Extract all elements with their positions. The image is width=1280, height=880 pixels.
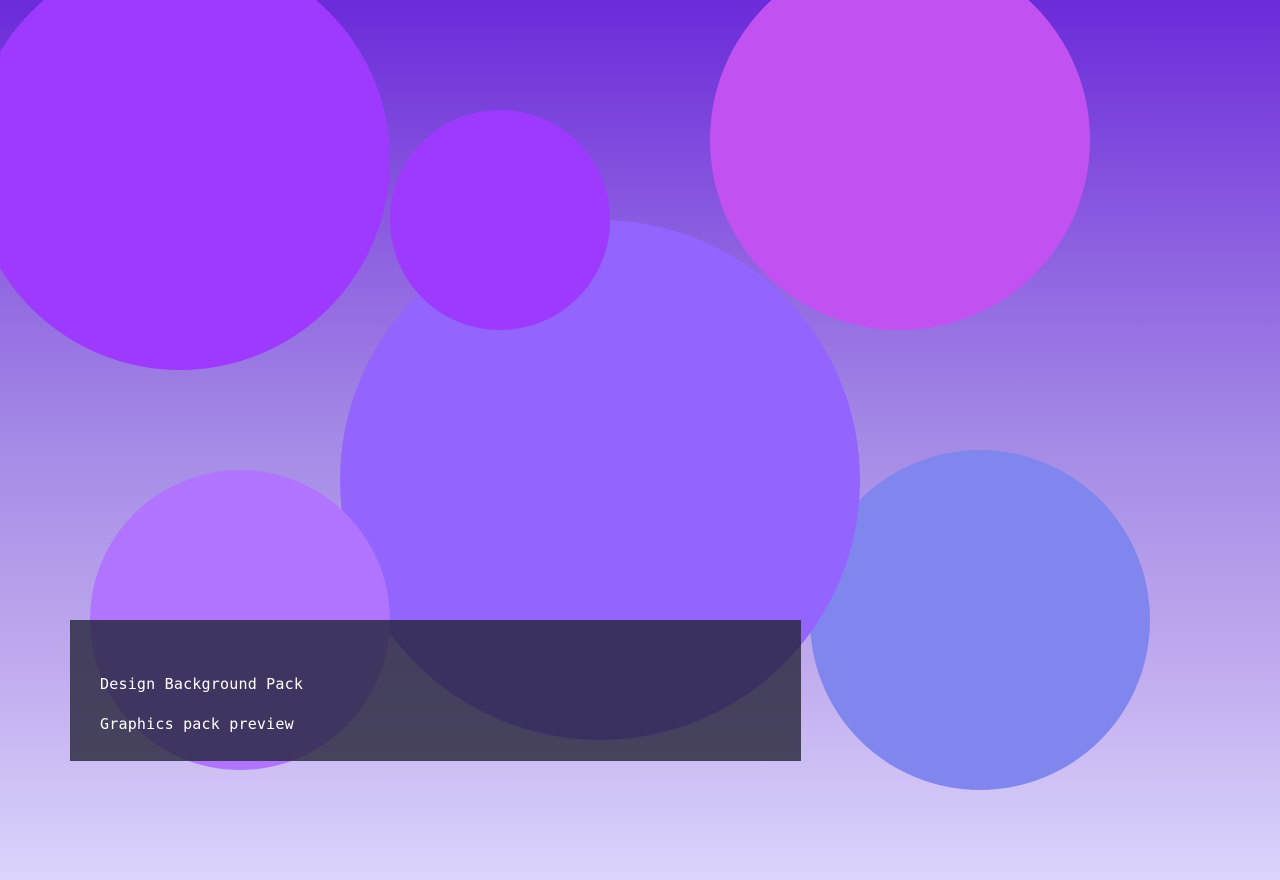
caption-title: Design Background Pack — [100, 675, 304, 693]
decorative-circle-large-left — [0, 0, 390, 370]
decorative-circle-bottom-right — [810, 450, 1150, 790]
decorative-circle-small-top — [390, 110, 610, 330]
caption-panel: Design Background Pack Graphics pack pre… — [70, 620, 801, 761]
caption-subtitle: Graphics pack preview — [100, 715, 294, 733]
